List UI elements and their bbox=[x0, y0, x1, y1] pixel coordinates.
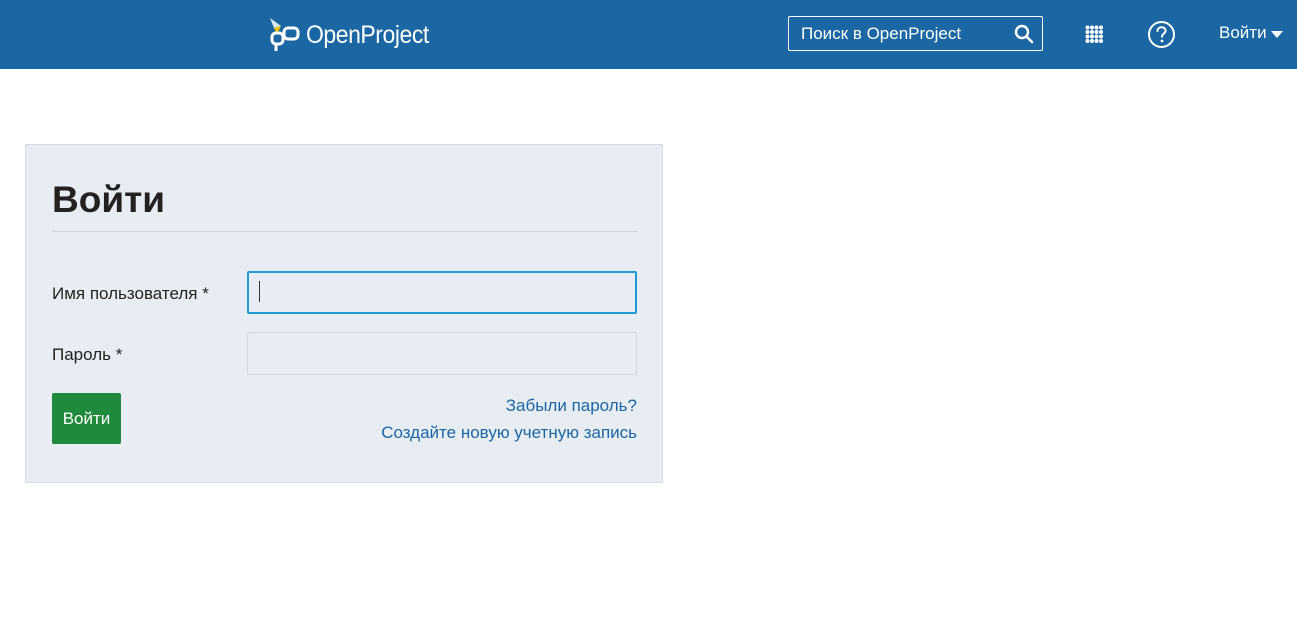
openproject-logo-icon bbox=[270, 18, 300, 51]
openproject-logo[interactable]: OpenProject bbox=[268, 16, 439, 54]
logo-text: OpenProject bbox=[306, 20, 429, 49]
search-input[interactable] bbox=[789, 17, 1009, 50]
login-panel: Войти Имя пользователя * Пароль * Войти … bbox=[25, 144, 663, 483]
login-title: Войти bbox=[52, 179, 165, 220]
login-submit-button[interactable]: Войти bbox=[52, 393, 121, 444]
title-divider bbox=[52, 231, 637, 232]
login-menu[interactable]: Войти bbox=[1219, 23, 1283, 43]
text-cursor bbox=[259, 281, 260, 302]
caret-down-icon bbox=[1270, 30, 1283, 38]
help-icon[interactable] bbox=[1147, 20, 1176, 49]
login-menu-label: Войти bbox=[1219, 23, 1267, 42]
password-field[interactable] bbox=[247, 332, 637, 375]
global-search[interactable] bbox=[788, 16, 1043, 51]
register-link[interactable]: Создайте новую учетную запись bbox=[381, 423, 637, 443]
password-label: Пароль * bbox=[52, 345, 123, 364]
modules-grid-icon[interactable] bbox=[1085, 25, 1104, 44]
forgot-password-link[interactable]: Забыли пароль? bbox=[506, 396, 637, 416]
top-navigation-bar: OpenProject Войти bbox=[0, 0, 1297, 69]
search-icon[interactable] bbox=[1014, 24, 1034, 44]
username-label: Имя пользователя * bbox=[52, 284, 209, 303]
username-field[interactable] bbox=[247, 271, 637, 314]
